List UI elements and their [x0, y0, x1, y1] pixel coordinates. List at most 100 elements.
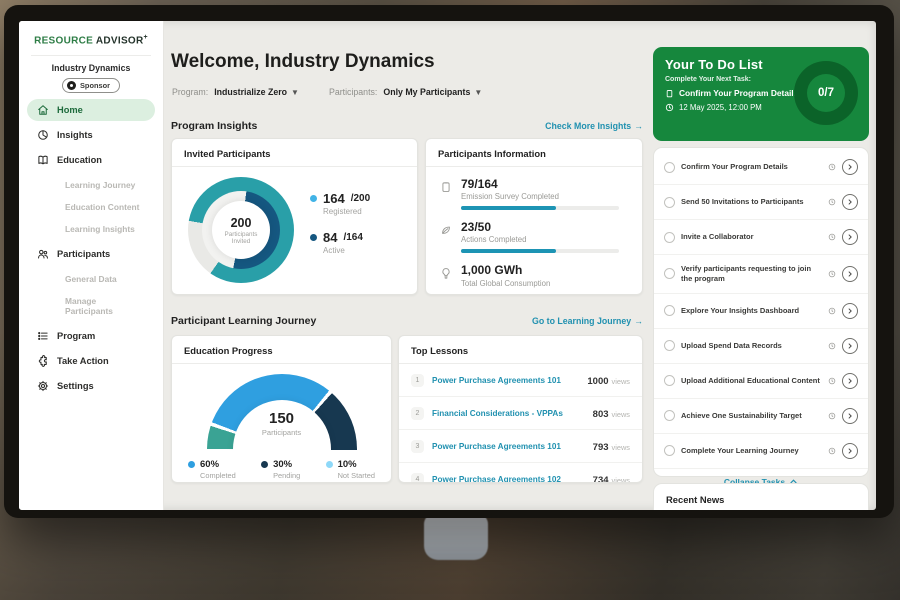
task-label: Achieve One Sustainability Target [681, 411, 822, 421]
task-checkbox[interactable] [664, 305, 675, 316]
sidebar-item-general-data[interactable]: General Data [27, 268, 155, 290]
lesson-link[interactable]: Power Purchase Agreements 102 [432, 475, 585, 484]
leaf-icon [440, 221, 452, 253]
sidebar-nav: Home Insights Education Learning Journey… [19, 99, 163, 397]
lesson-row: 3 Power Purchase Agreements 101 793views [399, 430, 642, 463]
stat-value: 23/50 [461, 221, 619, 234]
clock-icon [828, 198, 836, 206]
lesson-link[interactable]: Power Purchase Agreements 101 [432, 376, 579, 385]
lesson-link[interactable]: Financial Considerations - VPPAs [432, 409, 585, 418]
task-label: Confirm Your Program Details [681, 162, 822, 172]
task-checkbox[interactable] [664, 375, 675, 386]
legend-pct: 10% [338, 459, 357, 470]
invited-donut-outer: 200 Participants Invited [188, 177, 294, 283]
sidebar-item-label: Home [57, 105, 83, 115]
arrow-right-icon: → [634, 121, 643, 131]
task-row[interactable]: Upload Spend Data Records [654, 329, 868, 364]
task-go-button[interactable] [842, 338, 858, 354]
task-checkbox[interactable] [664, 445, 675, 456]
check-more-insights-link[interactable]: Check More Insights→ [545, 121, 643, 131]
stat-row-emission: 79/164 Emission Survey Completed [440, 178, 628, 210]
lesson-views: 1000 [587, 376, 608, 387]
task-row[interactable]: Upload Additional Educational Content [654, 364, 868, 399]
task-go-button[interactable] [842, 408, 858, 424]
task-checkbox[interactable] [664, 410, 675, 421]
task-row[interactable]: Complete Your Learning Journey [654, 434, 868, 469]
gauge-center: 150 Participants [207, 410, 357, 437]
task-row[interactable]: Send 50 Invitations to Participants [654, 185, 868, 220]
sidebar-item-manage-participants[interactable]: Manage Participants [27, 290, 155, 322]
task-label: Explore Your Insights Dashboard [681, 306, 822, 316]
clock-icon [828, 447, 836, 455]
legend-label: Registered [310, 207, 370, 216]
lesson-link[interactable]: Power Purchase Agreements 101 [432, 442, 585, 451]
scene: RESOURCE ADVISOR+ Industry Dynamics Spon… [0, 0, 900, 600]
legend-label: Active [310, 246, 370, 255]
sidebar-item-insights[interactable]: Insights [27, 124, 155, 146]
sidebar-item-settings[interactable]: Settings [27, 375, 155, 397]
sidebar-item-education[interactable]: Education [27, 149, 155, 171]
logo-text-advisor: ADVISOR [96, 35, 144, 46]
task-label: Send 50 Invitations to Participants [681, 197, 822, 207]
participants-filter[interactable]: Participants:Only My Participants▼ [329, 87, 482, 97]
task-label: Upload Spend Data Records [681, 341, 822, 351]
sidebar-item-education-content[interactable]: Education Content [27, 196, 155, 218]
task-go-button[interactable] [842, 303, 858, 319]
program-filter[interactable]: Program:Industrialize Zero▼ [172, 87, 299, 97]
gauge-center-value: 150 [207, 410, 357, 427]
task-label: Complete Your Learning Journey [681, 446, 822, 456]
divider [31, 55, 151, 56]
sidebar-item-program[interactable]: Program [27, 325, 155, 347]
legend-pct: 60% [200, 459, 219, 470]
legend-item-registered: 164/200 Registered [310, 191, 370, 216]
task-row[interactable]: Explore Your Insights Dashboard [654, 294, 868, 329]
task-go-button[interactable] [842, 194, 858, 210]
sidebar-item-label: Insights [57, 130, 93, 140]
legend-label: Pending [261, 471, 300, 480]
card-title: Invited Participants [172, 139, 417, 167]
clock-icon [828, 233, 836, 241]
task-go-button[interactable] [842, 229, 858, 245]
sidebar-item-learning-insights[interactable]: Learning Insights [27, 218, 155, 240]
task-row[interactable]: Verify participants requesting to join t… [654, 255, 868, 294]
sponsor-badge-label: Sponsor [80, 81, 110, 90]
task-go-button[interactable] [842, 373, 858, 389]
legend-item-active: 84/164 Active [310, 230, 370, 255]
participants-filter-label: Participants: [329, 87, 377, 97]
todo-progress-value: 0/7 [818, 87, 834, 99]
sidebar-item-label: Education [57, 155, 102, 165]
task-row[interactable]: Achieve One Sustainability Target [654, 399, 868, 434]
clock-icon [828, 270, 836, 278]
task-checkbox[interactable] [664, 197, 675, 208]
logo-plus: + [144, 34, 148, 41]
top-lessons-card: Top Lessons 1 Power Purchase Agreements … [398, 335, 643, 483]
task-row[interactable]: Invite a Collaborator [654, 220, 868, 255]
people-icon [37, 248, 49, 260]
task-row[interactable]: Confirm Your Program Details [654, 150, 868, 185]
invited-donut-chart: 200 Participants Invited 164/200 Registe… [172, 167, 417, 293]
stat-value: 79/164 [461, 178, 619, 191]
task-go-button[interactable] [842, 443, 858, 459]
sidebar-item-take-action[interactable]: Take Action [27, 350, 155, 372]
education-progress-card: Education Progress 150 Participants 60% … [171, 335, 392, 483]
task-checkbox[interactable] [664, 340, 675, 351]
sidebar-item-participants[interactable]: Participants [27, 243, 155, 265]
task-checkbox[interactable] [664, 268, 675, 279]
insights-icon [37, 129, 49, 141]
task-go-button[interactable] [842, 266, 858, 282]
invited-donut-center: 200 Participants Invited [212, 201, 270, 259]
task-go-button[interactable] [842, 159, 858, 175]
task-checkbox[interactable] [664, 162, 675, 173]
monitor-stand [424, 514, 488, 560]
sponsor-badge: Sponsor [62, 78, 120, 93]
go-to-learning-journey-link[interactable]: Go to Learning Journey→ [532, 316, 643, 326]
stat-value: 1,000 GWh [461, 264, 550, 277]
progress-track [461, 206, 619, 210]
invited-center-label: Participants Invited [218, 231, 264, 245]
task-checkbox[interactable] [664, 232, 675, 243]
invited-participants-card: Invited Participants 200 Participants In… [171, 138, 418, 295]
todo-progress-ring: 0/7 [794, 61, 858, 125]
sidebar-item-learning-journey[interactable]: Learning Journey [27, 174, 155, 196]
todo-summary-card: Your To Do List Complete Your Next Task:… [653, 47, 869, 141]
sidebar-item-home[interactable]: Home [27, 99, 155, 121]
